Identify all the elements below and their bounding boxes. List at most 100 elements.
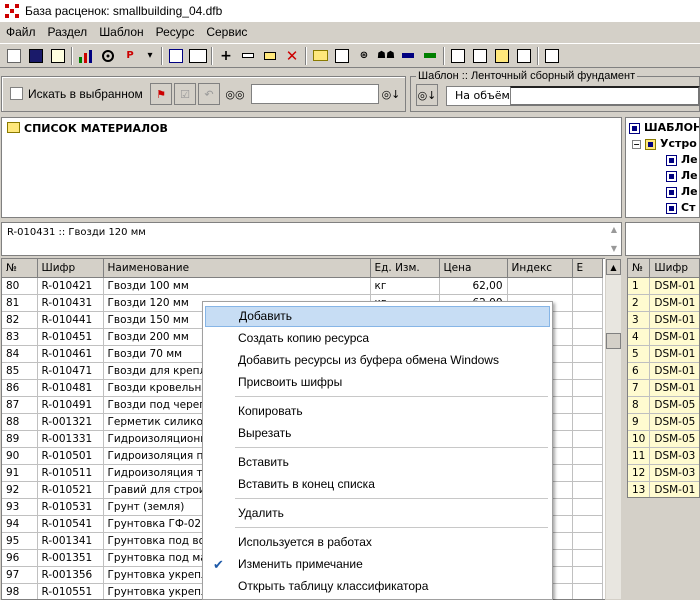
cell-code[interactable]: DSM-03 <box>649 464 699 482</box>
tree-item[interactable]: Ле <box>666 153 698 166</box>
table-row[interactable]: 7 DSM-01 <box>628 379 699 397</box>
layout-2-icon[interactable] <box>469 45 491 67</box>
cell-code[interactable]: R-010461 <box>37 345 104 363</box>
menu-item-edit-note[interactable]: Изменить примечание ✔ <box>205 554 550 575</box>
menu-file[interactable]: Файл <box>0 25 42 39</box>
cell-n[interactable]: 5 <box>628 345 651 363</box>
search-selected-checkbox[interactable] <box>10 87 23 100</box>
cell-code[interactable]: DSM-01 <box>649 481 699 497</box>
menu-service[interactable]: Сервис <box>200 25 253 39</box>
cell-n[interactable]: 81 <box>2 294 38 312</box>
cell-n[interactable]: 80 <box>2 277 38 295</box>
table-row[interactable]: 10 DSM-05 <box>628 430 699 448</box>
save-icon[interactable] <box>25 45 47 67</box>
cell-empty[interactable] <box>572 328 603 346</box>
cell-n[interactable]: 12 <box>628 464 651 482</box>
volume-input[interactable] <box>510 86 700 106</box>
column-header[interactable]: Ед. Изм. <box>370 259 440 278</box>
cell-empty[interactable] <box>572 311 603 329</box>
check-button[interactable]: ☑ <box>174 83 196 105</box>
cell-empty[interactable] <box>572 362 603 380</box>
menu-item-create-copy[interactable]: Создать копию ресурса <box>205 328 550 349</box>
cell-n[interactable]: 1 <box>628 277 651 295</box>
cell-code[interactable]: R-001356 <box>37 566 104 584</box>
cell-n[interactable]: 91 <box>2 464 38 482</box>
column-header[interactable]: Шифр <box>649 259 699 278</box>
menu-item-delete[interactable]: Удалить <box>205 503 550 524</box>
cell-n[interactable]: 88 <box>2 413 38 431</box>
menu-item-open-classifier[interactable]: Открыть таблицу классификатора <box>205 576 550 597</box>
table-row[interactable]: 1 DSM-01 <box>628 277 699 295</box>
note-scroll-down-icon[interactable]: ▼ <box>611 244 617 253</box>
tree-root[interactable]: − Устро <box>632 137 697 150</box>
column-header[interactable]: Индекс <box>507 259 573 278</box>
cell-code[interactable]: R-010491 <box>37 396 104 414</box>
table-row[interactable]: 13 DSM-01 <box>628 481 699 497</box>
menu-item-copy[interactable]: Копировать <box>205 401 550 422</box>
gesn-icon[interactable] <box>187 45 209 67</box>
cell-price[interactable]: 62,00 <box>439 277 508 295</box>
note-field-right[interactable] <box>625 222 700 256</box>
cell-n[interactable]: 86 <box>2 379 38 397</box>
new-file-icon[interactable] <box>3 45 25 67</box>
menu-section[interactable]: Раздел <box>42 25 94 39</box>
cell-code[interactable]: R-010471 <box>37 362 104 380</box>
cell-code[interactable]: R-001321 <box>37 413 104 431</box>
cell-code[interactable]: R-010421 <box>37 277 104 295</box>
cell-empty[interactable] <box>572 515 603 533</box>
cell-code[interactable]: DSM-01 <box>649 379 699 397</box>
cell-empty[interactable] <box>572 379 603 397</box>
cell-code[interactable]: R-001331 <box>37 430 104 448</box>
cell-code[interactable]: R-010521 <box>37 481 104 499</box>
layout-3-icon[interactable] <box>491 45 513 67</box>
cell-code[interactable]: R-010501 <box>37 447 104 465</box>
cell-code[interactable]: R-010431 <box>37 294 104 312</box>
cell-empty[interactable] <box>572 464 603 482</box>
dropdown-arrow-icon[interactable]: ▾ <box>141 45 159 67</box>
cell-n[interactable]: 13 <box>628 481 651 497</box>
cell-code[interactable]: DSM-01 <box>649 328 699 346</box>
cell-code[interactable]: DSM-05 <box>649 396 699 414</box>
cell-empty[interactable] <box>572 277 603 295</box>
table-row[interactable]: 4 DSM-01 <box>628 328 699 346</box>
cell-unit[interactable]: кг <box>370 277 440 295</box>
cell-n[interactable]: 7 <box>628 379 651 397</box>
cell-n[interactable]: 89 <box>2 430 38 448</box>
cell-n[interactable]: 4 <box>628 328 651 346</box>
cell-empty[interactable] <box>572 583 603 599</box>
table-row[interactable]: 12 DSM-03 <box>628 464 699 482</box>
table-row[interactable]: 9 DSM-05 <box>628 413 699 431</box>
cell-code[interactable]: R-010511 <box>37 464 104 482</box>
cell-code[interactable]: DSM-01 <box>649 345 699 363</box>
search-down-button[interactable]: ◎↓ <box>380 83 402 105</box>
green-bar-icon[interactable] <box>419 45 441 67</box>
open-folder-icon[interactable] <box>309 45 331 67</box>
layout-4-icon[interactable] <box>513 45 535 67</box>
menu-item-used-in-works[interactable]: Используется в работах <box>205 532 550 553</box>
cell-code[interactable]: R-010541 <box>37 515 104 533</box>
column-header[interactable]: № <box>628 259 651 278</box>
menu-item-assign-codes[interactable]: Присвоить шифры <box>205 372 550 393</box>
tree-item[interactable]: Ле <box>666 185 698 198</box>
cell-code[interactable]: DSM-01 <box>649 311 699 329</box>
flag-button[interactable]: ⚑ <box>150 83 172 105</box>
note-field[interactable]: R-010431 :: Гвозди 120 мм ▲ ▼ <box>1 222 622 256</box>
blue-bar-icon[interactable] <box>397 45 419 67</box>
cell-empty[interactable] <box>572 430 603 448</box>
cell-n[interactable]: 87 <box>2 396 38 414</box>
cell-code[interactable]: R-001351 <box>37 549 104 567</box>
cell-code[interactable]: R-010531 <box>37 498 104 516</box>
collapse-icon[interactable]: − <box>632 140 641 149</box>
link-icon[interactable]: ⊛ <box>353 45 375 67</box>
cell-code[interactable]: DSM-01 <box>649 294 699 312</box>
cell-name[interactable]: Гвозди 100 мм <box>103 277 371 295</box>
cell-empty[interactable] <box>572 549 603 567</box>
table-row[interactable]: 3 DSM-01 <box>628 311 699 329</box>
table-row[interactable]: 5 DSM-01 <box>628 345 699 363</box>
cell-n[interactable]: 6 <box>628 362 651 380</box>
search-input[interactable] <box>251 84 379 104</box>
menu-item-cut[interactable]: Вырезать <box>205 423 550 444</box>
table-row[interactable]: 8 DSM-05 <box>628 396 699 414</box>
scroll-thumb[interactable] <box>606 333 621 349</box>
cell-empty[interactable] <box>572 447 603 465</box>
